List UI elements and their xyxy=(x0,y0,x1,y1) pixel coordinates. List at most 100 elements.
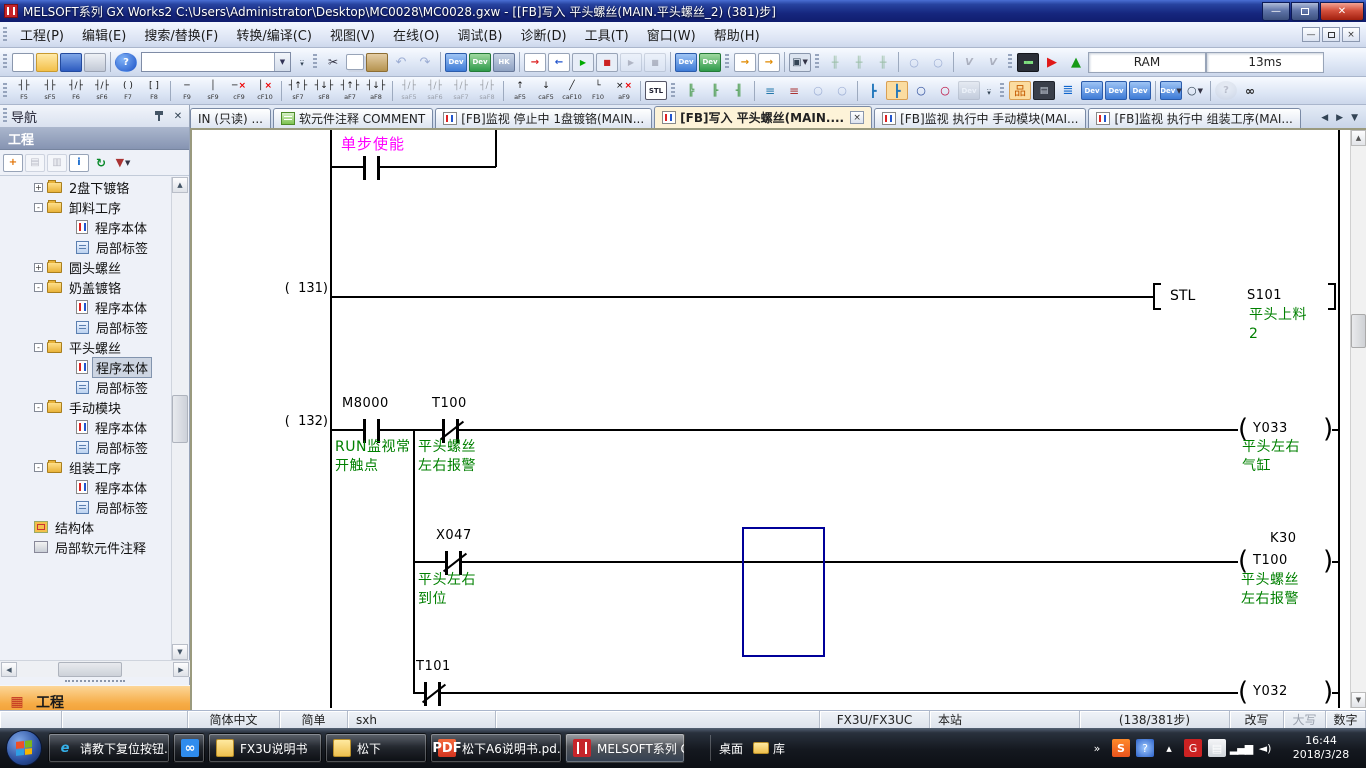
nav-copy-icon[interactable]: ▤ xyxy=(25,154,45,172)
tree-expander-icon[interactable]: - xyxy=(34,403,43,412)
ladder-coil-button[interactable]: ( )F7 xyxy=(115,78,141,103)
tab-scroll-left-icon[interactable]: ◀ xyxy=(1317,111,1332,125)
menu-item[interactable]: 搜索/替换(F) xyxy=(135,21,227,48)
tree-item-圆头螺丝[interactable]: +圆头螺丝 xyxy=(0,257,172,277)
device-batch-monitor-icon[interactable]: Dev xyxy=(1129,81,1151,100)
ladder-invert-up-button[interactable]: ┤∕├saF5 xyxy=(396,78,422,103)
instruction-bracket-open[interactable] xyxy=(1153,283,1161,310)
ladder-pulse-up-branch-button[interactable]: ┤↑├aF7 xyxy=(337,78,363,103)
cross-reference-icon[interactable]: ∞ xyxy=(1239,81,1261,100)
screen-jump-1-icon[interactable]: ○ xyxy=(903,53,925,72)
intelligent-module-monitor-icon[interactable]: ▤ xyxy=(1033,81,1055,100)
column-insert-icon[interactable]: ○ xyxy=(807,81,829,100)
contact-nc[interactable] xyxy=(424,682,441,706)
tree-scroll-thumb[interactable] xyxy=(172,395,188,443)
cut-icon[interactable]: ✂ xyxy=(322,53,344,72)
ladder-application-instruction-button[interactable]: [ ]F8 xyxy=(141,78,167,103)
scroll-left-icon[interactable]: ◀ xyxy=(1,662,17,677)
ladder-delete-horizontal-button[interactable]: ─×cF9 xyxy=(226,78,252,103)
clipboard-tray-icon[interactable]: ▤ xyxy=(1208,739,1226,757)
nav-refresh-icon[interactable]: ↻ xyxy=(91,154,111,172)
ladder-slash-button[interactable]: ╱caF10 xyxy=(559,78,585,103)
sogou-tray-icon[interactable]: S xyxy=(1112,739,1130,757)
taskbar-clock[interactable]: 16:44 2018/3/28 xyxy=(1284,734,1358,762)
tree-item-2盘下镀铬[interactable]: +2盘下镀铬 xyxy=(0,177,172,197)
menu-item[interactable]: 诊断(D) xyxy=(511,21,575,48)
paste-icon[interactable] xyxy=(366,53,388,72)
help-icon[interactable]: ? xyxy=(115,53,137,72)
tree-item-程序本体[interactable]: 程序本体 xyxy=(0,217,172,237)
va-monitor-2-icon[interactable]: V xyxy=(982,53,1004,72)
column-delete-icon[interactable]: ○ xyxy=(831,81,853,100)
network-tray-icon[interactable]: ▂▄▆ xyxy=(1232,739,1250,757)
remote-operation-icon[interactable]: ▣▼ xyxy=(789,53,811,72)
program-hierarchy-icon[interactable]: 品 xyxy=(1009,81,1031,100)
instruction-bracket-close[interactable] xyxy=(1328,283,1336,310)
connect-line-delete-icon[interactable]: ╢ xyxy=(728,81,750,100)
row-delete-icon[interactable]: ≡ xyxy=(783,81,805,100)
coil-paren-open[interactable]: ( xyxy=(1238,679,1248,705)
tree-item-程序本体[interactable]: 程序本体 xyxy=(0,417,172,437)
tab-3[interactable]: [FB]监视 停止中 1盘镀铬(MAIN... xyxy=(435,108,652,128)
screen-jump-2-icon[interactable]: ○ xyxy=(927,53,949,72)
menu-item[interactable]: 视图(V) xyxy=(321,21,384,48)
device-memory-monitor-icon[interactable]: Dev xyxy=(445,53,467,72)
device-test-2-icon[interactable]: Dev xyxy=(699,53,721,72)
ladder-open-contact-button[interactable]: ┤├F5 xyxy=(11,78,37,103)
monitor-write-start-icon[interactable]: ▶ xyxy=(620,53,642,72)
editor-vertical-scrollbar[interactable]: ▲ ▼ xyxy=(1350,130,1366,708)
tree-expander-icon[interactable]: - xyxy=(34,283,43,292)
pin-icon[interactable] xyxy=(151,109,167,124)
nav-sort-filter-icon[interactable]: ▼▼ xyxy=(113,154,133,172)
melsoft-tray-icon[interactable]: G xyxy=(1184,739,1202,757)
editor-scroll-up-icon[interactable]: ▲ xyxy=(1351,130,1366,146)
tree-expander-icon[interactable]: - xyxy=(34,463,43,472)
device-monitor-run-icon[interactable]: Dev xyxy=(469,53,491,72)
desktop-toolbar-label[interactable]: 桌面 xyxy=(719,740,743,757)
inline-st-box-icon[interactable]: STL xyxy=(645,81,667,100)
edit-connect-line-icon[interactable]: ╫ xyxy=(848,53,870,72)
tree-item-卸料工序[interactable]: -卸料工序 xyxy=(0,197,172,217)
taskbar-item-MELSOFT系列 G...[interactable]: MELSOFT系列 G... xyxy=(565,733,685,763)
monitor-test-mode-icon[interactable]: ▲ xyxy=(1065,53,1087,72)
wrap-source-icon[interactable]: ┣ xyxy=(862,81,884,100)
parameter-jump-2-icon[interactable]: → xyxy=(758,53,780,72)
note-edit-icon[interactable]: ○ xyxy=(934,81,956,100)
tree-item-组装工序[interactable]: -组装工序 xyxy=(0,457,172,477)
tab-list-icon[interactable]: ▼ xyxy=(1347,111,1362,125)
tree-expander-icon[interactable]: - xyxy=(34,343,43,352)
tree-item-手动模块[interactable]: -手动模块 xyxy=(0,397,172,417)
tray-expand[interactable]: » xyxy=(1088,739,1106,757)
ladder-close-contact-button[interactable]: ┤/├F6 xyxy=(63,78,89,103)
tree-item-局部标签[interactable]: 局部标签 xyxy=(0,497,172,517)
tree-expander-icon[interactable]: + xyxy=(34,183,43,192)
restore-button[interactable] xyxy=(1291,2,1319,21)
toolbar-overflow[interactable]: ‥▾ xyxy=(296,51,308,73)
connect-line-insert-icon[interactable]: ╟ xyxy=(704,81,726,100)
ladder-canvas[interactable]: 单步使能( 131)STLS101平头上料2( 132)M8000T100RUN… xyxy=(192,130,1350,708)
scroll-right-icon[interactable]: ▶ xyxy=(173,662,189,677)
tree-item-奶盖镀铬[interactable]: -奶盖镀铬 xyxy=(0,277,172,297)
ladder-corner-button[interactable]: └F10 xyxy=(585,78,611,103)
ladder-open-branch-button[interactable]: ┤├sF5 xyxy=(37,78,63,103)
device-register-watch-icon[interactable]: Dev xyxy=(1105,81,1127,100)
copy-icon[interactable] xyxy=(346,54,364,70)
ladder-edge-down-button[interactable]: ↓caF5 xyxy=(533,78,559,103)
tree-item-局部标签[interactable]: 局部标签 xyxy=(0,237,172,257)
ladder-vertical-line-button[interactable]: │sF9 xyxy=(200,78,226,103)
device-test-1-icon[interactable]: Dev xyxy=(675,53,697,72)
tree-horizontal-scrollbar[interactable]: ◀ ▶ xyxy=(0,660,190,677)
menu-item[interactable]: 在线(O) xyxy=(384,21,448,48)
show-hidden-icons[interactable]: ▴ xyxy=(1160,739,1178,757)
print-icon[interactable] xyxy=(84,53,106,72)
tree-item-平头螺丝[interactable]: -平头螺丝 xyxy=(0,337,172,357)
tree-item-局部标签[interactable]: 局部标签 xyxy=(0,437,172,457)
library-folder-icon[interactable] xyxy=(753,742,769,754)
mdi-minimize-button[interactable]: — xyxy=(1302,27,1320,42)
tree-item-局部标签[interactable]: 局部标签 xyxy=(0,377,172,397)
tab-4[interactable]: [FB]写入 平头螺丝(MAIN....× xyxy=(654,106,872,128)
close-button[interactable]: ✕ xyxy=(1320,2,1364,21)
taskbar-item-松下[interactable]: 松下 xyxy=(325,733,427,763)
undo-icon[interactable]: ↶ xyxy=(390,53,412,72)
ladder-delete-vertical-button[interactable]: │×cF10 xyxy=(252,78,278,103)
